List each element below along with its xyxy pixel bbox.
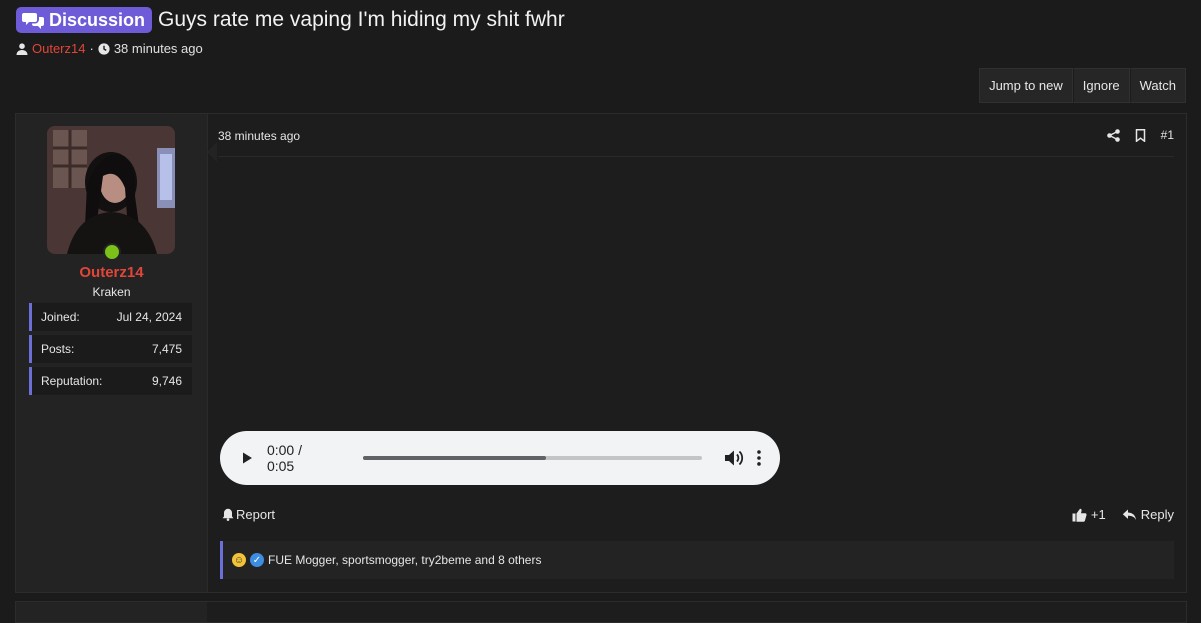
reactions-text: FUE Mogger, sportsmogger, try2beme and 8… xyxy=(268,553,542,567)
reply-label: Reply xyxy=(1140,507,1174,522)
post-date[interactable]: 38 minutes ago xyxy=(218,129,300,143)
audio-seek-bar[interactable] xyxy=(362,456,703,460)
user-icon xyxy=(16,42,28,55)
reply-arrow-icon xyxy=(1122,509,1136,520)
reaction-actions: +1 Reply xyxy=(1072,507,1174,522)
reactions-summary[interactable]: ☺ ✓ FUE Mogger, sportsmogger, try2beme a… xyxy=(220,541,1174,579)
ignore-button[interactable]: Ignore xyxy=(1072,68,1130,103)
post-number-link[interactable]: #1 xyxy=(1161,128,1174,142)
thread-header: Discussion Guys rate me vaping I'm hidin… xyxy=(16,7,565,33)
thumbs-up-icon xyxy=(1072,508,1087,522)
post-content: 38 minutes ago #1 0:00 / 0:05 Report +1 … xyxy=(218,114,1174,592)
chat-bubbles-icon xyxy=(22,13,44,29)
like-count: +1 xyxy=(1090,507,1106,522)
stat-value[interactable]: 7,475 xyxy=(152,342,182,356)
report-button[interactable]: Report xyxy=(222,507,275,522)
thread-title: Guys rate me vaping I'm hiding my shit f… xyxy=(158,8,565,31)
audio-player[interactable]: 0:00 / 0:05 xyxy=(220,431,780,485)
avatar[interactable] xyxy=(47,126,175,254)
post-arrow xyxy=(207,142,217,162)
next-post-user-column xyxy=(16,602,207,622)
audio-progress-fill xyxy=(362,456,547,460)
post-user-column: Outerz14 Kraken Joined: Jul 24, 2024 Pos… xyxy=(16,114,208,592)
audio-time: 0:00 / 0:05 xyxy=(266,442,302,474)
stat-value: Jul 24, 2024 xyxy=(116,310,182,324)
stat-reputation: Reputation: 9,746 xyxy=(29,367,192,395)
post-username[interactable]: Outerz14 xyxy=(16,264,207,281)
like-reaction-icon: ✓ xyxy=(250,553,264,567)
post-header-divider xyxy=(218,156,1174,157)
discussion-prefix-badge[interactable]: Discussion xyxy=(16,7,153,33)
post: Outerz14 Kraken Joined: Jul 24, 2024 Pos… xyxy=(15,113,1187,593)
clock-icon xyxy=(98,42,110,55)
report-label: Report xyxy=(236,507,276,522)
user-title: Kraken xyxy=(92,285,131,299)
laugh-reaction-icon: ☺ xyxy=(232,553,246,567)
jump-to-new-button[interactable]: Jump to new xyxy=(979,68,1073,103)
more-options-icon[interactable] xyxy=(756,449,762,467)
thread-time[interactable]: 38 minutes ago xyxy=(114,41,203,56)
bell-icon xyxy=(222,508,234,521)
post-tools: #1 xyxy=(1106,128,1174,142)
avatar-image xyxy=(47,126,175,254)
stat-label: Posts: xyxy=(41,342,75,356)
share-icon[interactable] xyxy=(1106,128,1120,142)
like-button[interactable]: +1 xyxy=(1072,507,1106,522)
stat-label: Reputation: xyxy=(41,374,103,388)
thread-meta: Outerz14 · 38 minutes ago xyxy=(16,41,203,56)
watch-button[interactable]: Watch xyxy=(1129,68,1186,103)
thread-author-link[interactable]: Outerz14 xyxy=(32,41,85,56)
stat-posts: Posts: 7,475 xyxy=(29,335,192,363)
stat-label: Joined: xyxy=(41,310,80,324)
thread-actions: Jump to new Ignore Watch xyxy=(979,68,1186,103)
online-status-indicator xyxy=(103,243,121,261)
next-post-partial xyxy=(15,601,1187,623)
play-icon[interactable] xyxy=(240,451,254,465)
prefix-label: Discussion xyxy=(49,9,146,30)
stat-value: 9,746 xyxy=(151,374,182,388)
stat-joined: Joined: Jul 24, 2024 xyxy=(29,303,192,331)
bookmark-icon[interactable] xyxy=(1134,128,1147,142)
volume-icon[interactable] xyxy=(724,449,744,467)
reply-button[interactable]: Reply xyxy=(1122,507,1174,522)
meta-separator: · xyxy=(89,41,94,56)
